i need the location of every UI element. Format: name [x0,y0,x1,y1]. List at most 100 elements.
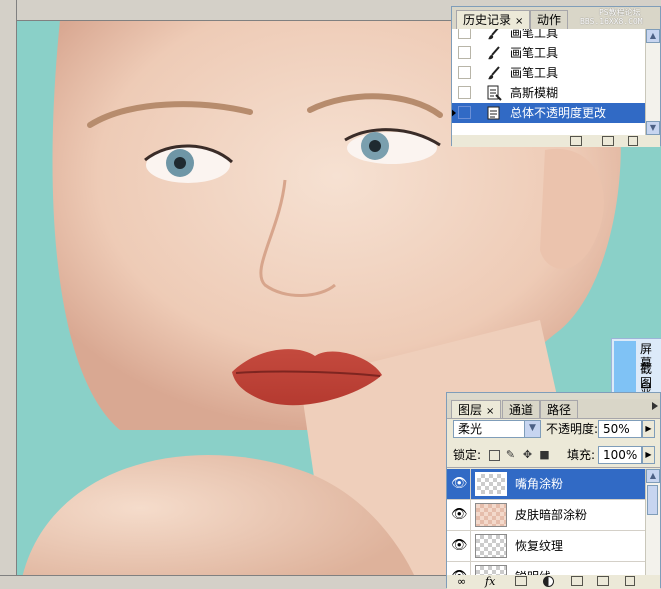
scroll-down-icon[interactable]: ▼ [646,121,660,135]
history-source-checkbox[interactable] [458,46,471,59]
lock-move-icon[interactable]: ✥ [522,449,533,460]
tab-channels-label: 通道 [509,403,534,417]
history-item-label: 画笔工具 [510,29,559,40]
history-item[interactable]: 画笔工具 [452,63,646,83]
layers-list: 👁 嘴角涂粉 👁 皮肤暗部涂粉 👁 恢复纹理 👁 锐明线 [447,469,646,575]
layer-row[interactable]: 👁 恢复纹理 [447,531,646,562]
layers-tabstrip: 图层 × 通道 路径 [447,399,660,419]
history-item-label: 画笔工具 [510,46,559,60]
row-divider [470,562,471,575]
history-item-selected[interactable]: 总体不透明度更改 [452,103,646,123]
layer-name: 嘴角涂粉 [515,477,564,491]
watermark: PS教程论坛 BBS.16XX8.COM [580,8,643,26]
scroll-thumb[interactable] [647,485,658,515]
new-snapshot-icon[interactable] [602,136,614,146]
side-menu-accent [614,341,636,393]
layer-thumbnail [475,534,507,558]
side-menu-panel: 屏幕 截图 显示 [611,338,661,396]
canvas-left-frame [0,0,17,588]
fill-label: 填充: [567,448,596,462]
layer-thumbnail [475,565,507,575]
brush-icon [488,66,500,80]
history-source-checkbox[interactable] [458,66,471,79]
fill-slider-arrow-icon[interactable]: ▶ [642,446,655,464]
eye-icon[interactable]: 👁 [451,476,468,492]
tab-history[interactable]: 历史记录 × [456,10,531,30]
history-source-checkbox[interactable] [458,106,471,119]
history-tabstrip: 历史记录 × 动作 PS教程论坛 BBS.16XX8.COM [452,7,660,30]
link-layers-icon[interactable]: ∞ [457,575,466,588]
history-item-label: 总体不透明度更改 [510,106,607,120]
layer-thumbnail [475,503,507,527]
history-scrollbar[interactable]: ▲ ▼ [645,29,660,135]
tab-actions[interactable]: 动作 [530,10,569,29]
history-panel: 历史记录 × 动作 PS教程论坛 BBS.16XX8.COM 画笔工具 画笔工具 … [451,6,661,147]
new-group-icon[interactable] [571,576,583,586]
tab-channels[interactable]: 通道 [502,400,541,418]
row-divider [470,469,471,499]
history-state-arrow-icon [452,108,456,118]
tab-layers[interactable]: 图层 × [451,400,502,418]
opacity-value: 50% [603,422,630,436]
layer-row[interactable]: 👁 皮肤暗部涂粉 [447,500,646,531]
fill-input[interactable]: 100% [598,446,642,464]
blend-mode-select[interactable]: 柔光 ▼ [453,420,541,438]
trash-icon[interactable] [625,576,635,586]
brush-icon [488,29,499,40]
row-divider [470,500,471,530]
opacity-input[interactable]: 50% [598,420,642,438]
opacity-label: 不透明度: [546,422,599,436]
eye-icon[interactable]: 👁 [451,538,468,554]
new-document-from-state-icon[interactable] [570,136,582,146]
opacity-slider-arrow-icon[interactable]: ▶ [642,420,655,438]
lock-all-icon[interactable]: ■ [539,449,550,460]
trash-icon[interactable] [628,136,638,146]
history-item-label: 高斯模糊 [510,86,559,100]
chevron-down-icon[interactable]: ▼ [524,421,540,437]
layers-lock-row: 锁定: ✎ ✥ ■ 填充: 100% ▶ [447,443,660,468]
eye-icon[interactable]: 👁 [451,507,468,523]
tab-paths-label: 路径 [547,403,572,417]
scroll-up-icon[interactable]: ▲ [646,469,660,483]
fill-value: 100% [603,448,638,462]
tab-history-label: 历史记录 [463,13,512,27]
blend-mode-value: 柔光 [458,422,483,436]
tab-paths[interactable]: 路径 [540,400,579,418]
history-item[interactable]: 高斯模糊 [452,83,646,103]
layer-name: 皮肤暗部涂粉 [515,508,588,522]
watermark-line2: BBS.16XX8.COM [580,17,643,26]
fx-icon[interactable]: fx [485,575,495,588]
tab-layers-label: 图层 [458,403,483,417]
history-list: 画笔工具 画笔工具 画笔工具 高斯模糊 总体不透明度更改 [452,29,646,135]
history-item[interactable]: 画笔工具 [452,43,646,63]
add-mask-icon[interactable] [515,576,527,586]
brush-icon [488,46,500,60]
layers-panel: 图层 × 通道 路径 柔光 ▼ 不透明度: 50% ▶ 锁定: ✎ ✥ ■ 填充:… [446,392,661,589]
tab-actions-label: 动作 [537,13,562,27]
new-layer-icon[interactable] [597,576,609,586]
layers-scrollbar[interactable]: ▲ [645,469,660,575]
panel-menu-icon[interactable] [652,402,658,410]
layer-properties-icon [487,106,500,120]
close-icon[interactable]: × [486,406,494,417]
layer-thumbnail [475,472,507,496]
history-source-checkbox[interactable] [458,29,471,39]
watermark-line1: PS教程论坛 [598,8,641,17]
layer-row[interactable]: 👁 锐明线 [447,562,646,575]
layers-footer: ∞ fx [447,575,660,589]
lock-transparency-icon[interactable] [489,450,500,461]
layer-row-selected[interactable]: 👁 嘴角涂粉 [447,469,646,500]
row-divider [470,531,471,561]
history-item-label: 画笔工具 [510,66,559,80]
layer-name: 恢复纹理 [515,539,564,553]
layers-options-row: 柔光 ▼ 不透明度: 50% ▶ [447,417,660,441]
history-source-checkbox[interactable] [458,86,471,99]
adjustment-layer-icon[interactable] [543,576,554,587]
lock-brush-icon[interactable]: ✎ [505,449,516,460]
filter-document-icon [487,85,502,101]
layer-name: 锐明线 [515,562,551,575]
history-item[interactable]: 画笔工具 [452,29,646,43]
scroll-up-icon[interactable]: ▲ [646,29,660,43]
history-footer [452,135,660,147]
close-icon[interactable]: × [515,16,523,27]
